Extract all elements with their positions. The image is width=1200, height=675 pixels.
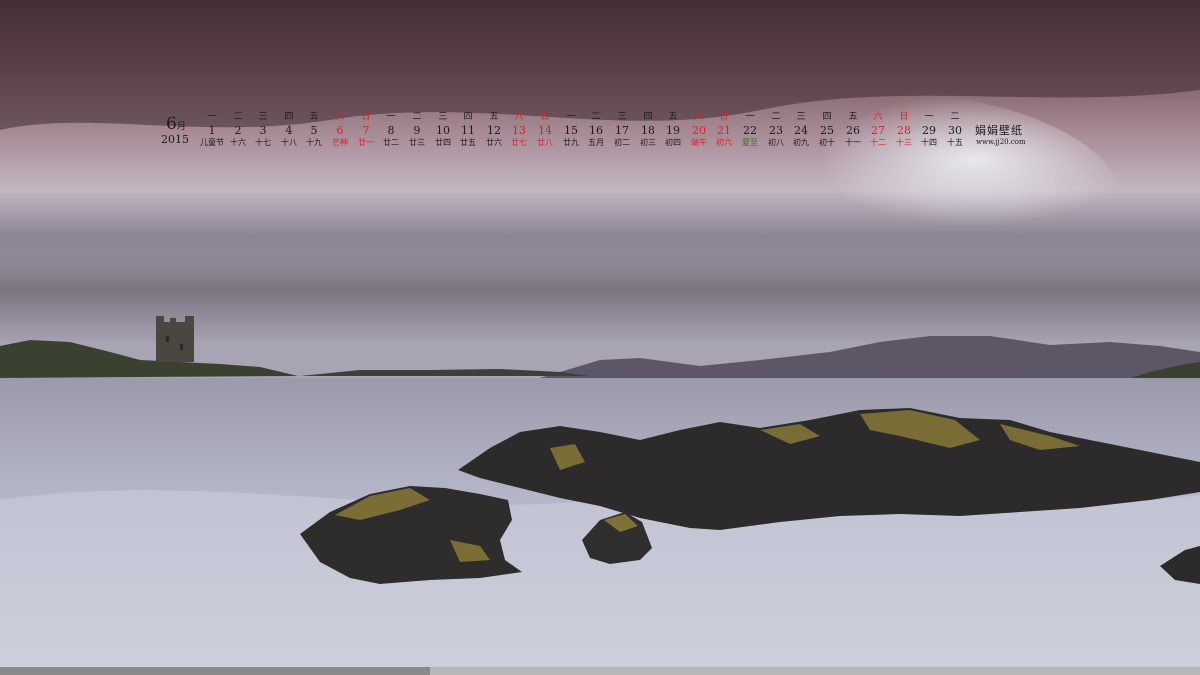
weekday-label: 二 [233, 112, 243, 122]
weekday-label: 三 [796, 112, 806, 122]
weekday-label: 一 [386, 112, 396, 122]
day-number: 14 [538, 124, 552, 137]
bottom-strip [0, 667, 1200, 675]
day-number: 16 [589, 124, 603, 137]
day-number: 15 [564, 124, 578, 137]
weekday-label: 日 [899, 112, 909, 122]
calendar-year: 2015 [161, 133, 189, 146]
day-number: 24 [794, 124, 808, 137]
day-number: 4 [285, 124, 293, 137]
day-number: 25 [820, 124, 834, 137]
weekday-label: 二 [412, 112, 422, 122]
weekday-label: 三 [438, 112, 448, 122]
weekday-label: 六 [514, 112, 524, 122]
day-number: 18 [641, 124, 655, 137]
day-number: 10 [436, 124, 450, 137]
weekday-label: 四 [822, 112, 832, 122]
day-number: 7 [362, 124, 370, 137]
calendar-month: 6月 [166, 114, 186, 134]
day-number: 22 [743, 124, 757, 137]
weekday-label: 日 [719, 112, 729, 122]
day-number: 23 [769, 124, 783, 137]
brand-url: www.jj20.com [976, 138, 1026, 146]
day-number: 11 [461, 124, 475, 137]
weekday-label: 二 [771, 112, 781, 122]
day-number: 30 [948, 124, 962, 137]
castle [156, 316, 194, 362]
day-number: 8 [387, 124, 395, 137]
weekday-label: 日 [361, 112, 371, 122]
weekday-label: 五 [848, 112, 858, 122]
day-number: 26 [846, 124, 860, 137]
weekday-label: 三 [258, 112, 268, 122]
water-mist [0, 490, 1200, 668]
month-number: 6 [166, 114, 177, 134]
weekday-label: 四 [463, 112, 473, 122]
day-number: 19 [666, 124, 680, 137]
calendar-overlay: 6月 2015 一 1 儿童节二 2 十六三 3 十七四 4 十八五 5 十九六 6 芒种日 7 廿一一 8 廿… [0, 0, 1200, 160]
weekday-label: 六 [335, 112, 345, 122]
weekday-label: 三 [617, 112, 627, 122]
weekday-label: 五 [309, 112, 319, 122]
weekday-label: 五 [489, 112, 499, 122]
weekday-label: 二 [950, 112, 960, 122]
day-number: 13 [512, 124, 526, 137]
weekday-label: 一 [207, 112, 217, 122]
weekday-label: 一 [745, 112, 755, 122]
weekday-label: 一 [566, 112, 576, 122]
day-number: 1 [208, 124, 216, 137]
weekday-label: 四 [284, 112, 294, 122]
weekday-label: 五 [668, 112, 678, 122]
weekday-label: 二 [591, 112, 601, 122]
day-number: 3 [259, 124, 267, 137]
day-number: 6 [336, 124, 344, 137]
day-number: 28 [897, 124, 911, 137]
weekday-label: 一 [924, 112, 934, 122]
weekday-label: 六 [873, 112, 883, 122]
day-number: 21 [717, 124, 731, 137]
day-number: 27 [871, 124, 885, 137]
day-number: 12 [487, 124, 501, 137]
day-number: 2 [234, 124, 242, 137]
bottom-strip-light [430, 667, 1200, 675]
weekday-label: 四 [643, 112, 653, 122]
day-number: 29 [922, 124, 936, 137]
month-suffix: 月 [176, 122, 186, 132]
day-number: 9 [413, 124, 421, 137]
brand-name: 娟娟壁纸 [975, 124, 1023, 137]
day-number: 17 [615, 124, 629, 137]
day-number: 20 [692, 124, 706, 137]
day-number: 5 [310, 124, 318, 137]
weekday-label: 日 [540, 112, 550, 122]
lunar-date: 十五 [947, 138, 963, 147]
weekday-label: 六 [694, 112, 704, 122]
